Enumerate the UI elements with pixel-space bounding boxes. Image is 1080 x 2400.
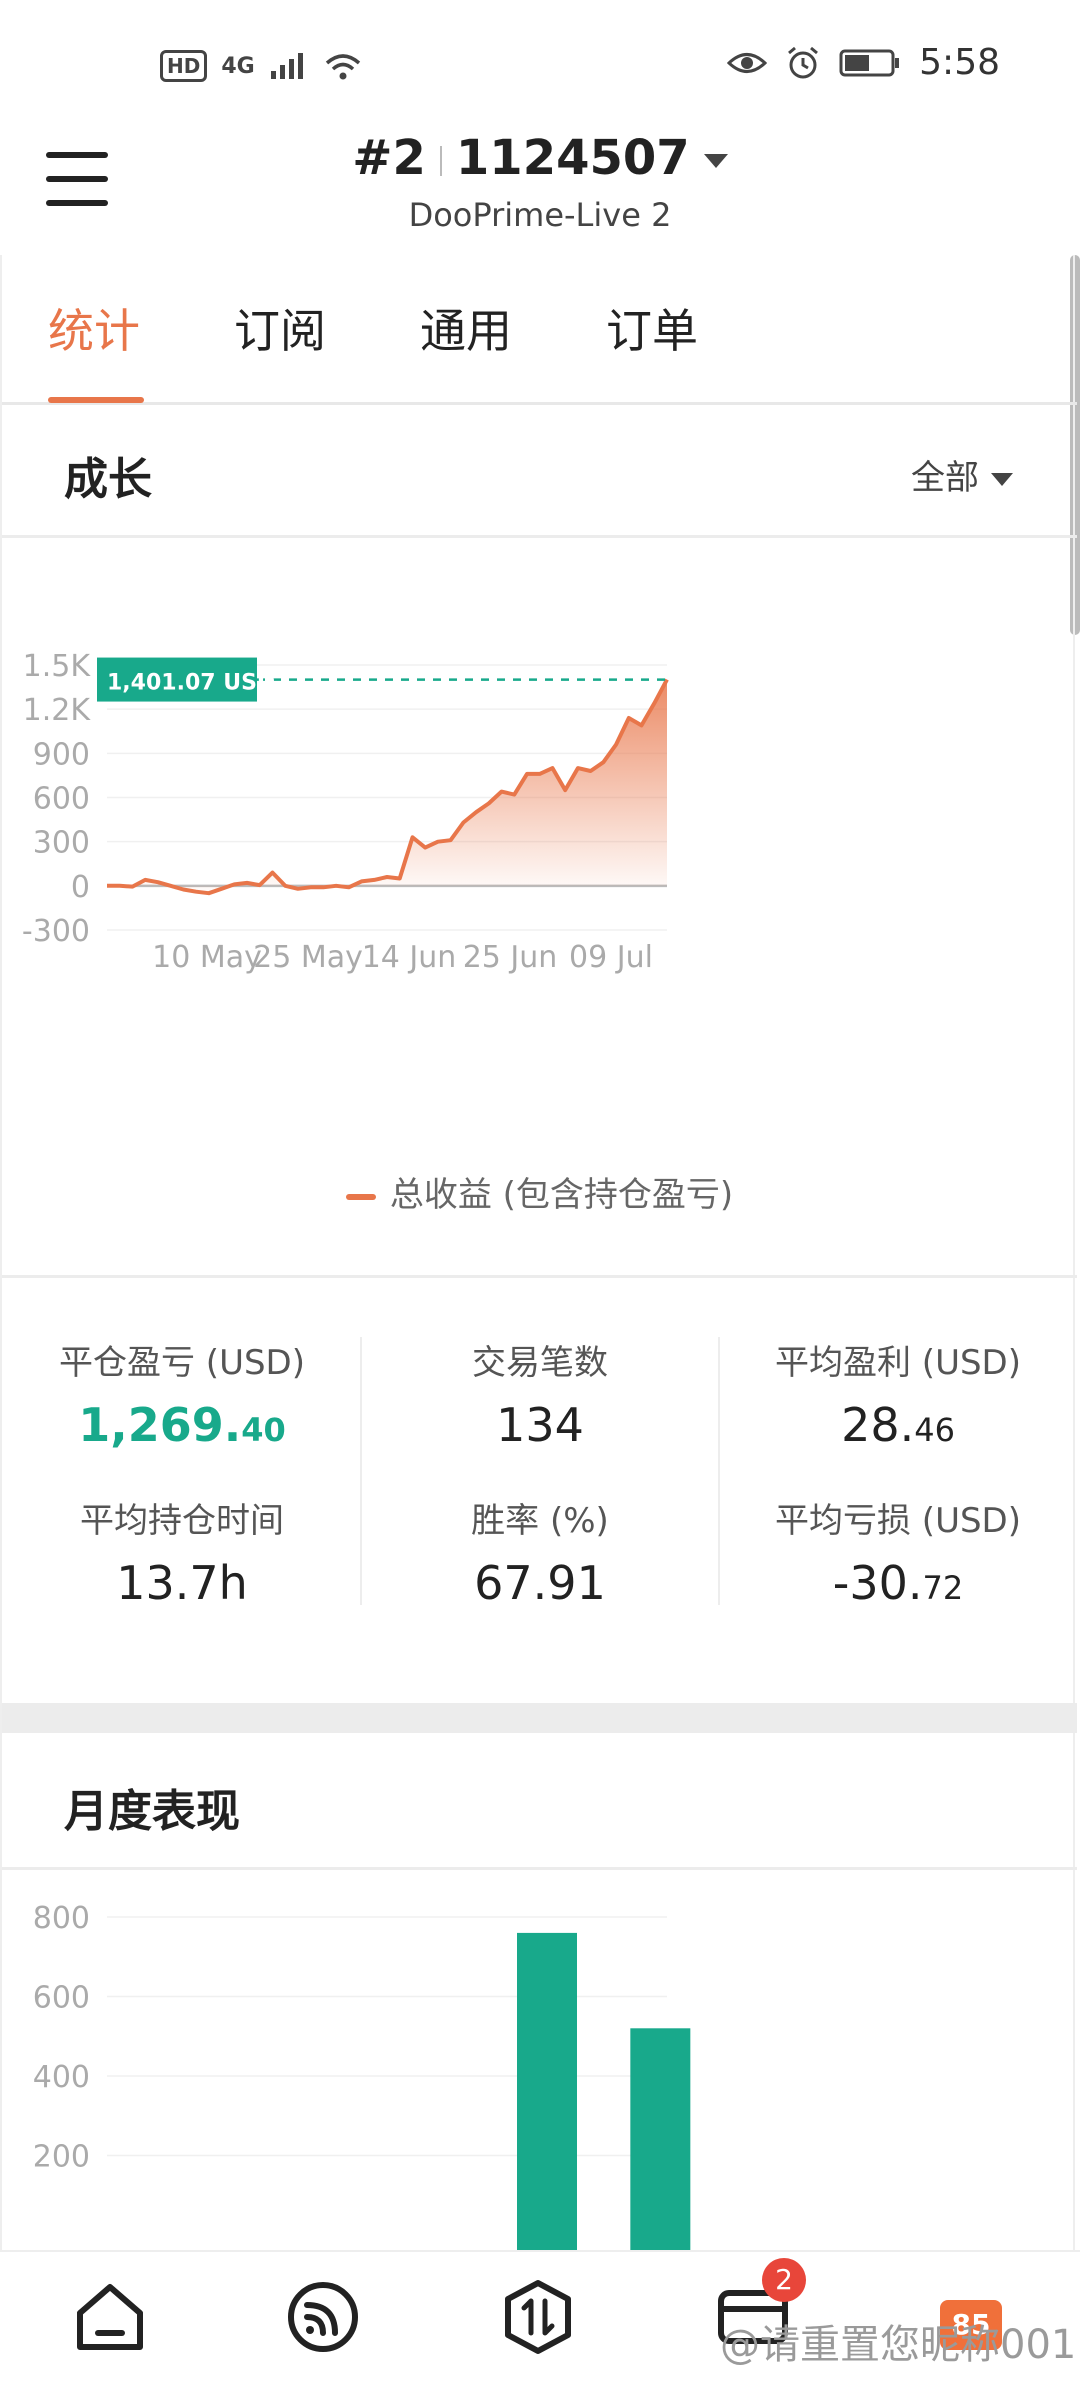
hd-indicator: HD bbox=[160, 50, 208, 82]
tab-orders[interactable]: 订单 bbox=[606, 295, 698, 361]
account-selector[interactable]: #2 1124507 bbox=[0, 130, 1080, 186]
section-divider bbox=[2, 1867, 1077, 1870]
signal-icon bbox=[270, 53, 303, 79]
status-right: 5:58 bbox=[727, 42, 1000, 83]
section-gap bbox=[2, 1703, 1077, 1733]
account-separator bbox=[439, 146, 442, 176]
stat-label: 交易笔数 bbox=[472, 1343, 608, 1383]
stat-closed-pl: 平仓盈亏 (USD) 1,269.40 bbox=[2, 1335, 362, 1452]
app-header: #2 1124507 DooPrime-Live 2 bbox=[0, 120, 1080, 255]
stat-value: 28.46 bbox=[718, 1398, 1078, 1452]
stat-value-dec: 72 bbox=[922, 1569, 964, 1607]
x-tick-label: 09 Jul bbox=[569, 940, 653, 975]
watermark-text: @请重置您昵称001 bbox=[720, 2322, 1077, 2368]
stat-label: 平均亏损 (USD) bbox=[775, 1501, 1021, 1541]
y-tick-label: 400 bbox=[33, 2060, 90, 2095]
stat-avg-profit: 平均盈利 (USD) 28.46 bbox=[718, 1335, 1078, 1452]
stat-value-int: 1,269. bbox=[78, 1398, 242, 1452]
stat-label: 平仓盈亏 (USD) bbox=[59, 1343, 305, 1383]
growth-chart: 1.5K 1.2K 900 600 300 0 -300 10 May25 May14 Ju… bbox=[22, 649, 669, 975]
wifi-icon bbox=[325, 54, 360, 80]
stat-value-dec: 46 bbox=[914, 1411, 955, 1449]
tab-bar: 统计 订阅 通用 订单 bbox=[2, 255, 1077, 405]
notification-badge: 2 bbox=[762, 2258, 806, 2302]
y-tick-label: 200 bbox=[33, 2140, 90, 2175]
section-divider bbox=[2, 1275, 1077, 1278]
y-tick-label: 900 bbox=[33, 737, 90, 772]
stat-value: 1,269.40 bbox=[2, 1398, 362, 1452]
stat-value: 67.91 bbox=[474, 1556, 606, 1610]
y-tick-label: -300 bbox=[22, 914, 90, 949]
chart-legend: 总收益 (包含持仓盈亏) bbox=[2, 1167, 1077, 1216]
stat-win-rate: 胜率 (%) 67.91 bbox=[360, 1493, 720, 1610]
chevron-down-icon bbox=[991, 473, 1013, 486]
trade-icon[interactable] bbox=[498, 2277, 578, 2357]
status-left: HD 4G bbox=[160, 50, 363, 82]
y-tick-label: 0 bbox=[71, 870, 90, 905]
tab-statistics[interactable]: 统计 bbox=[48, 295, 140, 361]
active-tab-indicator bbox=[48, 397, 144, 403]
subscription-icon[interactable] bbox=[283, 2277, 363, 2357]
legend-label: 总收益 (包含持仓盈亏) bbox=[389, 1175, 734, 1215]
stat-divider bbox=[360, 1337, 362, 1605]
stat-value-int: -30. bbox=[832, 1556, 923, 1610]
home-icon[interactable] bbox=[70, 2277, 150, 2357]
last-value-label: 1,401.07 USD bbox=[107, 671, 275, 696]
monthly-bar bbox=[517, 1932, 577, 2255]
x-tick-label: 25 May bbox=[253, 940, 363, 975]
stat-label: 平均持仓时间 bbox=[80, 1501, 284, 1541]
stat-avg-loss: 平均亏损 (USD) -30.72 bbox=[718, 1493, 1078, 1610]
stat-value: -30.72 bbox=[718, 1556, 1078, 1610]
clock: 5:58 bbox=[919, 42, 1000, 83]
y-tick-label: 1.2K bbox=[23, 693, 92, 728]
growth-area bbox=[107, 679, 667, 894]
stat-value-int: 28. bbox=[841, 1398, 915, 1452]
chevron-down-icon bbox=[703, 154, 728, 168]
account-index: #2 bbox=[352, 130, 426, 186]
stat-divider bbox=[718, 1337, 720, 1605]
battery-icon bbox=[839, 49, 900, 76]
x-tick-label: 10 May bbox=[152, 940, 262, 975]
tab-general[interactable]: 通用 bbox=[420, 295, 512, 361]
growth-title: 成长 bbox=[64, 454, 152, 505]
monthly-title: 月度表现 bbox=[64, 1786, 240, 1837]
x-tick-label: 25 Jun bbox=[463, 940, 558, 975]
network-type: 4G bbox=[221, 53, 255, 79]
stat-value-dec: 40 bbox=[241, 1411, 286, 1449]
monthly-bar bbox=[630, 2028, 691, 2255]
section-divider bbox=[2, 535, 1077, 538]
monthly-chart: 800 600 400 200 bbox=[33, 1901, 691, 2255]
stat-value: 13.7h bbox=[116, 1556, 248, 1610]
x-tick-label: 14 Jun bbox=[362, 940, 457, 975]
main-content: 统计 订阅 通用 订单 成长 全部 1.5K 1.2K 900 600 300 0 -300… bbox=[0, 255, 1078, 2255]
period-filter-label: 全部 bbox=[911, 458, 979, 498]
stat-label: 胜率 (%) bbox=[471, 1501, 609, 1541]
stat-avg-hold: 平均持仓时间 13.7h bbox=[2, 1493, 362, 1610]
y-tick-label: 600 bbox=[33, 782, 90, 817]
y-tick-label: 800 bbox=[33, 1901, 90, 1936]
stat-trades: 交易笔数 134 bbox=[360, 1335, 720, 1452]
stat-label: 平均盈利 (USD) bbox=[775, 1343, 1021, 1383]
y-tick-label: 300 bbox=[33, 826, 90, 861]
server-name: DooPrime-Live 2 bbox=[408, 196, 672, 234]
tab-subscribe[interactable]: 订阅 bbox=[234, 295, 326, 361]
alarm-icon bbox=[788, 46, 819, 78]
y-tick-label: 600 bbox=[33, 1981, 90, 2016]
account-number: 1124507 bbox=[455, 130, 690, 186]
legend-swatch bbox=[345, 1193, 376, 1200]
stat-value: 134 bbox=[496, 1398, 584, 1452]
y-tick-label: 1.5K bbox=[23, 649, 92, 684]
eye-icon bbox=[727, 52, 768, 73]
period-filter[interactable]: 全部 bbox=[911, 450, 1013, 499]
status-bar: HD 4G 5:58 bbox=[0, 0, 1080, 120]
